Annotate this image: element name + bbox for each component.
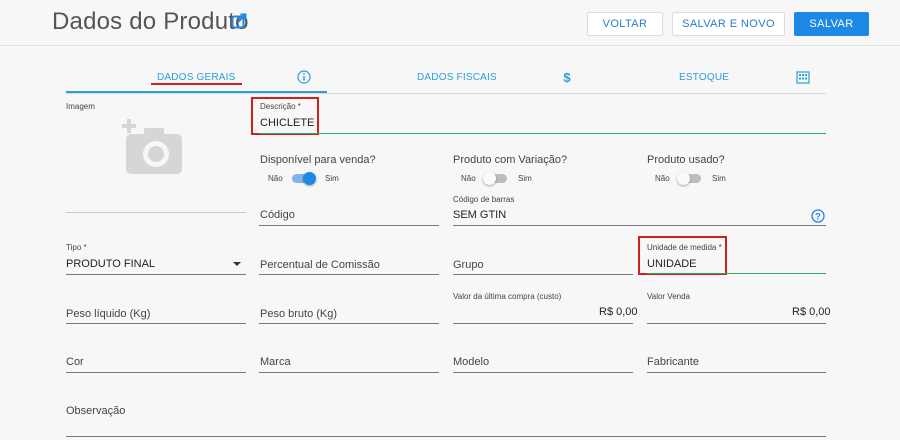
usado-toggle-row: Não Sim bbox=[655, 172, 735, 186]
tab-estoque-label: ESTOQUE bbox=[679, 72, 730, 83]
tab-dados-gerais-label: DADOS GERAIS bbox=[157, 72, 236, 83]
tipo-label: Tipo * bbox=[66, 243, 87, 252]
cor-underline bbox=[66, 372, 246, 373]
fabricante-underline bbox=[647, 372, 826, 373]
usado-on-label: Sim bbox=[712, 174, 726, 183]
active-tab-indicator bbox=[66, 91, 327, 93]
peso-liquido-input[interactable]: Peso líquido (Kg) bbox=[66, 308, 150, 320]
annotation-underline bbox=[151, 83, 242, 85]
peso-bruto-underline bbox=[259, 323, 439, 324]
disponivel-on-label: Sim bbox=[325, 174, 339, 183]
unidade-label: Unidade de medida * bbox=[647, 243, 722, 252]
descricao-underline bbox=[259, 133, 826, 134]
salvar-button[interactable]: SALVAR bbox=[794, 12, 869, 36]
valor-compra-label: Valor da última compra (custo) bbox=[453, 292, 562, 301]
usado-question: Produto usado? bbox=[647, 154, 725, 166]
building-icon bbox=[796, 71, 810, 84]
chevron-down-icon[interactable] bbox=[233, 262, 241, 266]
usado-toggle[interactable] bbox=[677, 172, 701, 185]
page-title: Dados do Produto bbox=[52, 8, 249, 35]
unidade-underline bbox=[647, 273, 826, 274]
codigo-input[interactable]: Código bbox=[260, 209, 295, 221]
tab-dados-fiscais[interactable]: DADOS FISCAIS $ bbox=[328, 62, 578, 93]
comissao-underline bbox=[259, 274, 439, 275]
observacao-underline bbox=[66, 436, 826, 437]
tab-dados-gerais[interactable]: DADOS GERAIS bbox=[66, 62, 327, 93]
tab-dados-fiscais-label: DADOS FISCAIS bbox=[417, 72, 497, 83]
usado-off-label: Não bbox=[655, 174, 670, 183]
codigo-barras-input[interactable]: SEM GTIN bbox=[453, 209, 506, 221]
unidade-input[interactable]: UNIDADE bbox=[647, 258, 697, 270]
variacao-toggle[interactable] bbox=[483, 172, 507, 185]
add-photo-icon[interactable] bbox=[122, 118, 186, 176]
image-label: Imagem bbox=[66, 102, 95, 111]
image-upload-area[interactable]: Imagem bbox=[66, 100, 246, 213]
marca-underline bbox=[259, 372, 439, 373]
fabricante-input[interactable]: Fabricante bbox=[647, 356, 699, 368]
toggle-knob bbox=[677, 172, 690, 185]
tab-estoque[interactable]: ESTOQUE bbox=[578, 62, 826, 93]
info-icon bbox=[297, 70, 311, 84]
salvar-e-novo-button[interactable]: SALVAR E NOVO bbox=[672, 12, 785, 36]
valor-venda-input[interactable]: R$ 0,00 bbox=[792, 306, 831, 318]
disponivel-question: Disponível para venda? bbox=[260, 154, 376, 166]
disponivel-toggle-row: Não Sim bbox=[268, 172, 348, 186]
svg-text:?: ? bbox=[815, 212, 821, 222]
descricao-input[interactable]: CHICLETE bbox=[260, 117, 314, 129]
descricao-label: Descrição * bbox=[260, 102, 301, 111]
tipo-select[interactable]: PRODUTO FINAL bbox=[66, 258, 155, 270]
modelo-underline bbox=[453, 372, 633, 373]
peso-liquido-underline bbox=[66, 323, 246, 324]
peso-bruto-input[interactable]: Peso bruto (Kg) bbox=[260, 308, 337, 320]
variacao-question: Produto com Variação? bbox=[453, 154, 568, 166]
grupo-input[interactable]: Grupo bbox=[453, 259, 484, 271]
grupo-underline bbox=[453, 274, 633, 275]
disponivel-off-label: Não bbox=[268, 174, 283, 183]
voltar-button[interactable]: VOLTAR bbox=[587, 12, 663, 36]
marca-input[interactable]: Marca bbox=[260, 356, 291, 368]
variacao-off-label: Não bbox=[461, 174, 476, 183]
valor-compra-input[interactable]: R$ 0,00 bbox=[599, 306, 638, 318]
tipo-underline bbox=[66, 274, 246, 275]
cor-input[interactable]: Cor bbox=[66, 356, 84, 368]
valor-venda-underline bbox=[647, 323, 826, 324]
comissao-input[interactable]: Percentual de Comissão bbox=[260, 259, 380, 271]
variacao-on-label: Sim bbox=[518, 174, 532, 183]
svg-text:$: $ bbox=[563, 70, 571, 84]
modelo-input[interactable]: Modelo bbox=[453, 356, 489, 368]
open-external-icon[interactable] bbox=[231, 13, 247, 29]
page-header: Dados do Produto VOLTAR SALVAR E NOVO SA… bbox=[0, 0, 900, 46]
help-icon[interactable]: ? bbox=[811, 209, 825, 223]
dollar-icon: $ bbox=[563, 70, 571, 84]
product-form-page: Dados do Produto VOLTAR SALVAR E NOVO SA… bbox=[0, 0, 900, 440]
disponivel-toggle[interactable] bbox=[292, 172, 316, 185]
toggle-knob bbox=[303, 172, 316, 185]
codigo-barras-underline bbox=[453, 225, 826, 226]
variacao-toggle-row: Não Sim bbox=[461, 172, 541, 186]
tab-bar: DADOS GERAIS DADOS FISCAIS $ ESTOQUE bbox=[66, 62, 826, 94]
observacao-input[interactable]: Observação bbox=[66, 405, 125, 417]
codigo-underline bbox=[259, 225, 439, 226]
toggle-knob bbox=[483, 172, 496, 185]
valor-venda-label: Valor Venda bbox=[647, 292, 690, 301]
valor-compra-underline bbox=[453, 323, 633, 324]
codigo-barras-label: Código de barras bbox=[453, 195, 515, 204]
